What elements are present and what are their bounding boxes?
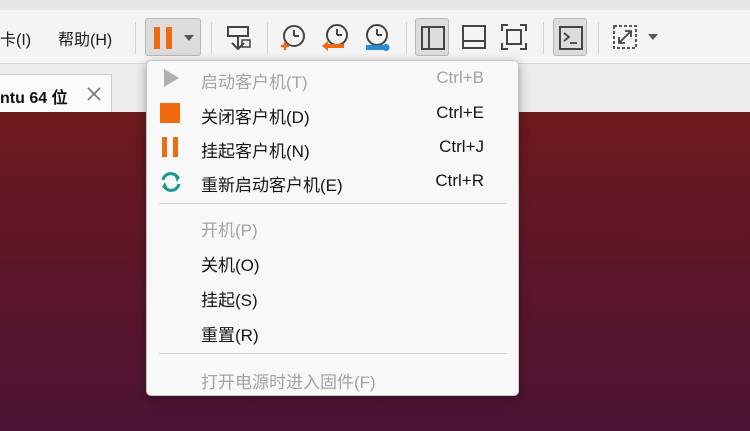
power-dropdown-button[interactable] xyxy=(145,18,201,56)
toolbar-separator xyxy=(406,22,407,54)
send-ctrl-alt-del-button[interactable] xyxy=(221,18,255,56)
terminal-icon xyxy=(559,26,583,50)
send-keys-icon xyxy=(227,26,251,51)
close-icon[interactable] xyxy=(86,86,102,102)
snapshot-manager-icon xyxy=(366,24,390,51)
toolbar: 卡(I) 帮助(H) xyxy=(0,10,750,64)
menu-item-suspend[interactable]: 挂起(S) xyxy=(147,280,518,312)
library-panel-icon xyxy=(421,26,445,50)
menu-separator xyxy=(159,353,507,354)
menu-help[interactable]: 帮助(H) xyxy=(58,26,112,50)
console-view-button[interactable] xyxy=(553,18,587,56)
show-library-button[interactable] xyxy=(415,18,449,56)
toolbar-separator xyxy=(598,22,599,54)
full-screen-icon xyxy=(501,24,527,50)
take-snapshot-button[interactable] xyxy=(276,18,310,56)
menu-item-power-on[interactable]: 开机(P) xyxy=(147,210,518,242)
play-icon xyxy=(164,69,179,87)
snapshot-add-icon xyxy=(281,25,305,50)
menu-item-start-guest[interactable]: 启动客户机(T) Ctrl+B xyxy=(147,62,518,94)
restart-icon xyxy=(161,172,181,192)
snapshot-revert-icon xyxy=(322,24,348,51)
show-thumbnail-bar-button[interactable] xyxy=(457,18,491,56)
menu-item-suspend-guest[interactable]: 挂起客户机(N) Ctrl+J xyxy=(147,131,518,163)
menu-item-shutdown-guest[interactable]: 关闭客户机(D) Ctrl+E xyxy=(147,97,518,129)
menu-item-reset[interactable]: 重置(R) xyxy=(147,315,518,347)
thumbnail-bar-icon xyxy=(462,25,486,49)
vm-tab[interactable]: ntu 64 位 xyxy=(0,74,112,112)
stretch-mode-dropdown-button[interactable] xyxy=(610,18,666,56)
vm-tab-title: ntu 64 位 xyxy=(0,90,68,107)
window-top-edge xyxy=(0,0,750,10)
menu-item-power-off[interactable]: 关机(O) xyxy=(147,245,518,277)
toolbar-separator xyxy=(135,22,136,54)
pause-icon xyxy=(162,137,178,157)
toolbar-separator xyxy=(543,22,544,54)
pause-icon xyxy=(154,27,194,49)
menu-item-power-on-to-firmware[interactable]: 打开电源时进入固件(F) xyxy=(147,362,518,394)
power-menu: 启动客户机(T) Ctrl+B 关闭客户机(D) Ctrl+E 挂起客户机(N)… xyxy=(146,60,519,396)
full-screen-button[interactable] xyxy=(497,18,531,56)
toolbar-separator xyxy=(267,22,268,54)
menu-item-restart-guest[interactable]: 重新启动客户机(E) Ctrl+R xyxy=(147,165,518,197)
menu-card[interactable]: 卡(I) xyxy=(0,26,31,50)
menu-separator xyxy=(159,203,507,204)
toolbar-separator xyxy=(211,22,212,54)
stop-icon xyxy=(160,103,180,123)
stretch-icon xyxy=(613,25,658,49)
revert-snapshot-button[interactable] xyxy=(318,18,352,56)
snapshot-manager-button[interactable] xyxy=(360,18,394,56)
